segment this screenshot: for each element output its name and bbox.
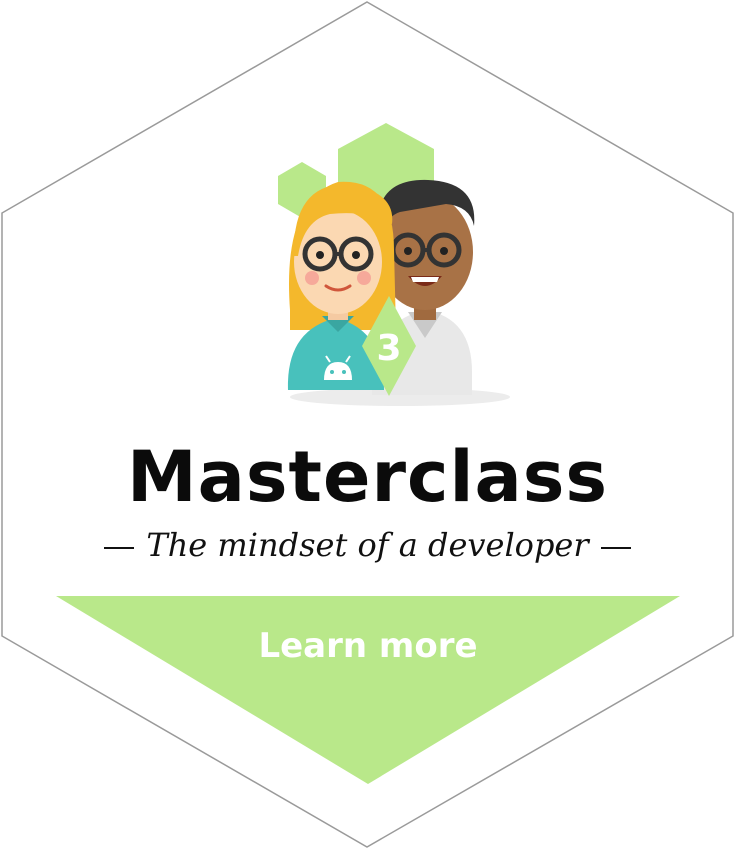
subtitle-dash-right: [600, 546, 631, 549]
developer-avatars-illustration: 3: [278, 123, 510, 406]
subtitle-tagline: The mindset of a developer: [0, 523, 735, 567]
subtitle-dash-left: [104, 546, 135, 549]
masterclass-title: Masterclass: [126, 436, 609, 518]
learn-more-label: Learn more: [258, 626, 478, 666]
subtitle-text: The mindset of a developer: [146, 526, 589, 564]
learn-more-button[interactable]: Learn more: [56, 596, 680, 784]
level-number: 3: [376, 328, 401, 369]
